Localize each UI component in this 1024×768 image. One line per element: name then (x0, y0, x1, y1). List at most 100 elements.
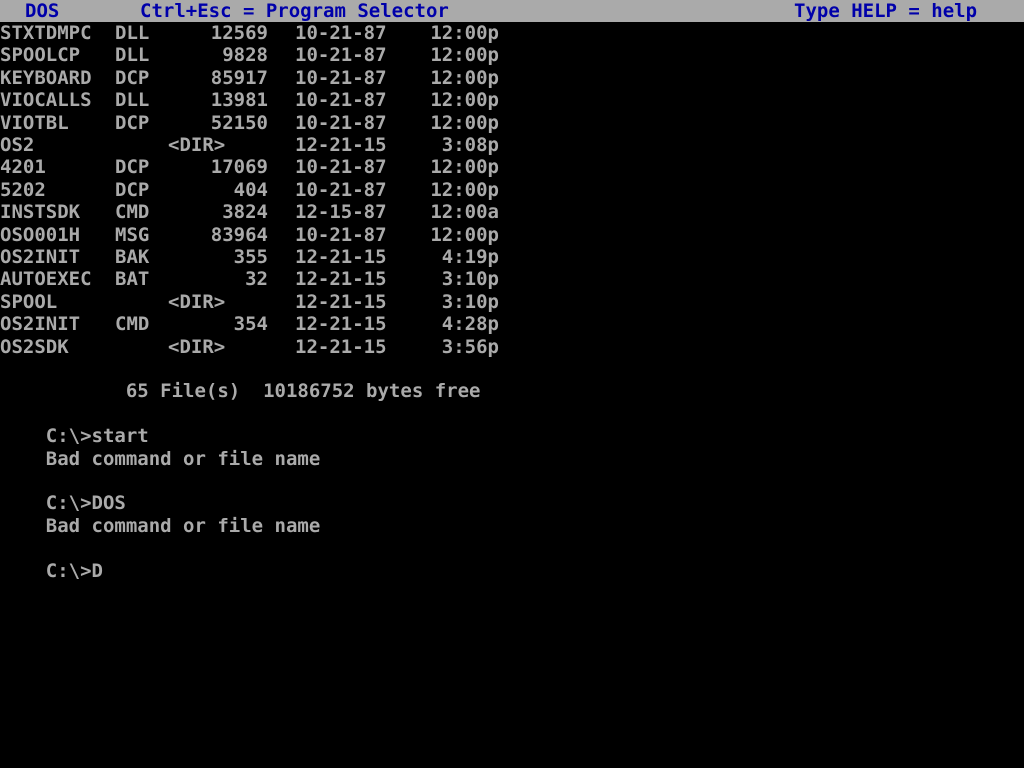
entry-size: 3824 (222, 201, 268, 224)
directory-entry: VIOTBL DCP 52150 10-21-87 12:00p (0, 112, 499, 134)
directory-entry: VIOCALLS DLL 13981 10-21-87 12:00p (0, 89, 499, 111)
entry-time: 12:00a (430, 201, 499, 224)
entry-name: STXTDMPC (0, 22, 92, 44)
entry-dir-marker: <DIR> (168, 134, 226, 156)
entry-time: 12:00p (430, 66, 499, 89)
entry-name: KEYBOARD (0, 66, 92, 89)
entry-name: OS2INIT (0, 246, 81, 268)
entry-date: 10-21-87 (295, 178, 387, 201)
entry-time: 3:10p (441, 290, 499, 313)
entry-date: 12-15-87 (295, 201, 387, 224)
entry-date: 10-21-87 (295, 89, 387, 112)
status-bar-help-hint: Type HELP = help (794, 0, 978, 22)
entry-ext: BAK (115, 246, 150, 268)
entry-size: 355 (233, 246, 268, 268)
command-line: C:\>start (0, 403, 149, 447)
command-input[interactable]: D (92, 560, 103, 582)
entry-ext: BAT (115, 268, 150, 291)
entry-date: 12-21-15 (295, 290, 387, 313)
entry-name: INSTSDK (0, 201, 81, 224)
entry-ext: DCP (115, 156, 150, 179)
entry-name: AUTOEXEC (0, 268, 92, 291)
entry-size: 12569 (210, 22, 268, 44)
entry-size: 83964 (210, 223, 268, 246)
entry-size: 32 (245, 268, 268, 291)
directory-entry: 5202 DCP 404 10-21-87 12:00p (0, 178, 499, 201)
entry-time: 12:00p (430, 178, 499, 201)
entry-name: OSO001H (0, 223, 81, 246)
entry-date: 10-21-87 (295, 156, 387, 179)
entry-dir-marker: <DIR> (168, 290, 226, 313)
entry-size: 52150 (210, 111, 268, 134)
active-command-line[interactable]: C:\>D (0, 537, 103, 582)
entry-time: 3:10p (441, 268, 499, 291)
directory-summary: 65 File(s) 10186752 bytes free (0, 358, 481, 402)
entry-name: OS2 (0, 134, 35, 156)
prompt: C:\> (45, 559, 92, 582)
entry-ext: DCP (115, 178, 150, 201)
entry-date: 10-21-87 (295, 22, 387, 44)
entry-date: 10-21-87 (295, 111, 387, 134)
entry-date: 10-21-87 (295, 66, 387, 89)
command-line: C:\>DOS (0, 470, 126, 514)
entry-name: SPOOL (0, 290, 58, 313)
entry-date: 12-21-15 (295, 246, 387, 268)
entry-ext: CMD (115, 201, 150, 224)
directory-entry: SPOOLCP DLL 9828 10-21-87 12:00p (0, 44, 499, 66)
directory-entry: OS2INIT CMD 354 12-21-15 4:28p (0, 313, 499, 335)
entry-date: 10-21-87 (295, 223, 387, 246)
directory-entry: SPOOL <DIR> 12-21-15 3:10p (0, 291, 499, 313)
entry-ext: DCP (115, 111, 150, 134)
directory-entry: OS2INIT BAK 355 12-21-15 4:19p (0, 246, 499, 268)
entry-name: 5202 (0, 178, 46, 201)
command-output: Bad command or file name (0, 425, 321, 470)
entry-size: 354 (233, 313, 268, 336)
entry-ext: MSG (115, 223, 150, 246)
entry-time: 12:00p (430, 44, 499, 67)
entry-name: OS2SDK (0, 335, 69, 358)
directory-entry: 4201 DCP 17069 10-21-87 12:00p (0, 156, 499, 179)
entry-ext: DLL (115, 44, 150, 67)
entry-time: 12:00p (430, 111, 499, 134)
directory-entry: AUTOEXEC BAT 32 12-21-15 3:10p (0, 268, 499, 290)
directory-entry: OSO001H MSG 83964 10-21-87 12:00p (0, 224, 499, 246)
entry-time: 12:00p (430, 89, 499, 112)
directory-entry: STXTDMPC DLL 12569 10-21-87 12:00p (0, 22, 499, 44)
entry-ext: DLL (115, 89, 150, 112)
entry-size: 13981 (210, 89, 268, 112)
entry-name: 4201 (0, 156, 46, 179)
entry-size: 9828 (222, 44, 268, 67)
directory-entry: KEYBOARD DCP 85917 10-21-87 12:00p (0, 67, 499, 89)
error-message: Bad command or file name (45, 514, 321, 537)
entry-ext: DLL (115, 22, 150, 44)
entry-name: OS2INIT (0, 313, 81, 336)
entry-size: 404 (233, 178, 268, 201)
entry-size: 17069 (210, 156, 268, 179)
entry-time: 4:28p (441, 313, 499, 336)
entry-time: 4:19p (441, 246, 499, 268)
status-bar-program-selector-hint: Ctrl+Esc = Program Selector (140, 0, 449, 22)
entry-name: SPOOLCP (0, 44, 81, 67)
entry-time: 12:00p (430, 223, 499, 246)
directory-entry: INSTSDK CMD 3824 12-15-87 12:00a (0, 201, 499, 223)
entry-time: 12:00p (430, 156, 499, 179)
entry-time: 3:56p (441, 335, 499, 358)
entry-name: VIOCALLS (0, 89, 92, 112)
entry-date: 12-21-15 (295, 268, 387, 291)
entry-date: 10-21-87 (295, 44, 387, 67)
entry-date: 12-21-15 (295, 313, 387, 336)
error-message: Bad command or file name (45, 447, 321, 470)
terminal-screen[interactable]: STXTDMPC DLL 12569 10-21-87 12:00p SPOOL… (0, 22, 1024, 768)
entry-dir-marker: <DIR> (168, 335, 226, 358)
entry-size: 85917 (210, 66, 268, 89)
entry-time: 3:08p (441, 134, 499, 156)
directory-entry: OS2 <DIR> 12-21-15 3:08p (0, 134, 499, 156)
directory-entry: OS2SDK <DIR> 12-21-15 3:56p (0, 336, 499, 358)
entry-date: 12-21-15 (295, 335, 387, 358)
entry-ext: DCP (115, 66, 150, 89)
summary-text: 65 File(s) 10186752 bytes free (45, 380, 481, 403)
entry-time: 12:00p (430, 22, 499, 44)
entry-name: VIOTBL (0, 111, 69, 134)
entry-date: 12-21-15 (295, 134, 387, 156)
entry-ext: CMD (115, 313, 150, 336)
